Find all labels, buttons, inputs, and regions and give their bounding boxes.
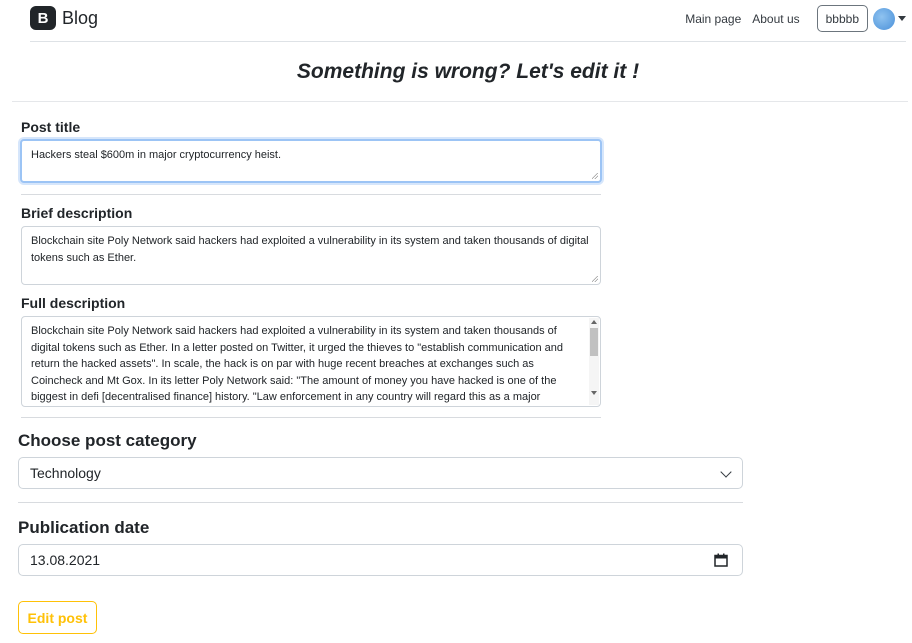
chevron-down-icon [720, 466, 732, 478]
divider [21, 194, 601, 195]
user-button[interactable]: bbbbb [816, 5, 868, 32]
resize-grip-icon[interactable] [592, 276, 598, 282]
nav-links: Main page About us bbbbb [685, 5, 906, 32]
post-title-value: Hackers steal $600m in major cryptocurre… [31, 149, 282, 161]
brand-text: Blog [62, 7, 99, 28]
divider [18, 502, 743, 503]
navbar: B Blog Main page About us bbbbb [30, 0, 906, 42]
page-title: Something is wrong? Let's edit it ! [296, 60, 640, 83]
brief-description-input[interactable]: Blockchain site Poly Network said hacker… [21, 226, 601, 285]
dropdown-caret-icon[interactable] [898, 16, 906, 21]
brief-description-value: Blockchain site Poly Network said hacker… [31, 235, 589, 264]
scrollbar[interactable] [589, 318, 599, 405]
publication-date-input[interactable]: 13.08.2021 [18, 544, 743, 576]
publication-date-label: Publication date [18, 518, 150, 537]
post-title-label: Post title [21, 119, 81, 135]
brief-description-label: Brief description [21, 205, 133, 221]
full-description-input[interactable]: Blockchain site Poly Network said hacker… [21, 316, 601, 407]
scroll-down-icon[interactable] [591, 391, 597, 395]
divider [21, 417, 601, 418]
category-selected-value: Technology [30, 465, 101, 481]
post-title-input[interactable]: Hackers steal $600m in major cryptocurre… [20, 139, 602, 183]
category-select[interactable]: Technology [18, 457, 743, 489]
scroll-thumb[interactable] [590, 328, 598, 356]
edit-post-button[interactable]: Edit post [18, 601, 97, 634]
resize-grip-icon[interactable] [592, 173, 598, 179]
category-label: Choose post category [18, 431, 197, 450]
full-description-value: Blockchain site Poly Network said hacker… [31, 325, 564, 403]
full-description-label: Full description [21, 295, 126, 311]
scroll-up-icon[interactable] [591, 320, 597, 324]
bootstrap-logo-icon: B [30, 6, 56, 30]
nav-link-about-us[interactable]: About us [752, 12, 799, 26]
calendar-icon[interactable] [714, 553, 728, 567]
nav-link-main-page[interactable]: Main page [685, 12, 741, 26]
publication-date-value: 13.08.2021 [30, 552, 101, 568]
avatar[interactable] [873, 7, 895, 30]
divider [12, 101, 908, 102]
brand-link[interactable]: B Blog [30, 6, 98, 30]
